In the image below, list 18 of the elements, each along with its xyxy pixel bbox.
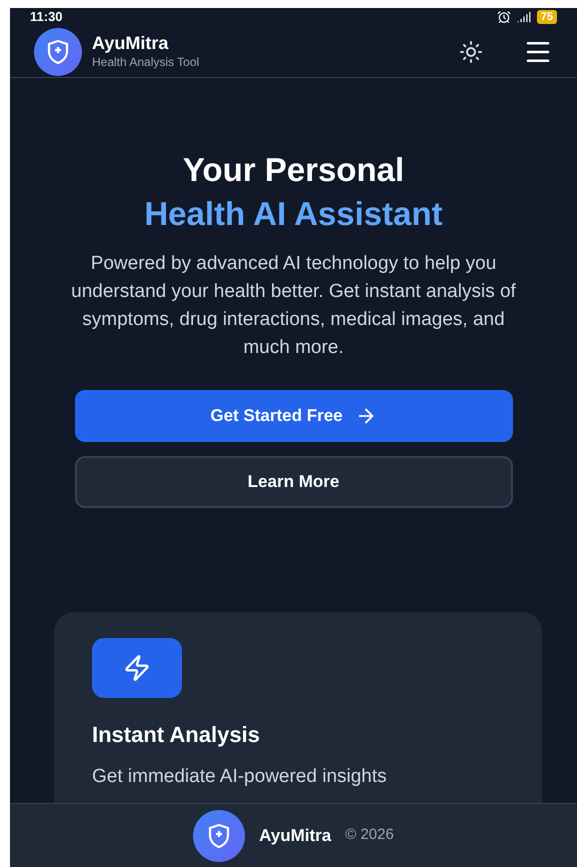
lightning-icon [92, 638, 182, 698]
footer-copyright: © 2026 [345, 825, 394, 846]
hero-highlight: Health AI Assistant [144, 194, 443, 234]
hero-title: Your Personal [182, 150, 404, 190]
get-started-button[interactable]: Get Started Free [74, 390, 512, 442]
feature-description: Get immediate AI-powered insights [92, 765, 388, 789]
alarm-icon [496, 10, 511, 24]
brand-name: AyuMitra [92, 32, 170, 52]
feature-title: Instant Analysis [92, 721, 261, 749]
signal-icon [516, 10, 531, 24]
footer-brand: AyuMitra [259, 824, 332, 847]
brand-subtitle: Health Analysis Tool [92, 54, 200, 70]
status-time: 11:30 [30, 8, 63, 26]
hero-description: Powered by advanced AI technology to help you understand your health better. Get instant analysis of symptoms, drug interactions, medical images, and much more. [70, 252, 517, 360]
battery-level: 75 [536, 10, 557, 24]
logo-icon [34, 28, 82, 76]
learn-more-button[interactable]: Learn More [74, 456, 512, 508]
theme-toggle[interactable] [459, 40, 483, 64]
